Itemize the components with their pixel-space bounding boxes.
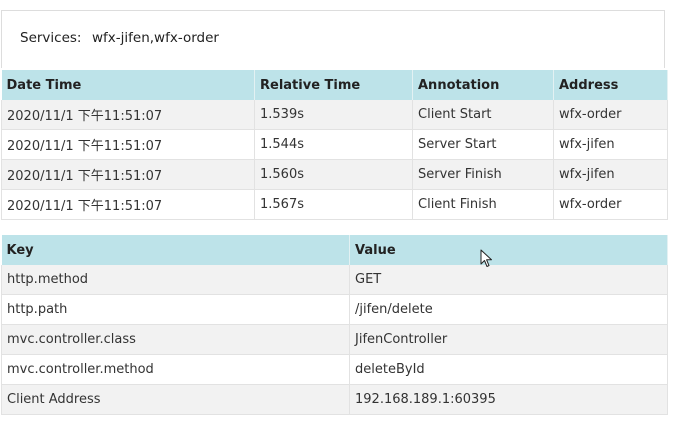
relative-time-cell: 1.544s xyxy=(254,129,413,160)
table-row: mvc.controller.class JifenController xyxy=(1,324,668,355)
services-panel: Services: wfx-jifen,wfx-order xyxy=(1,10,665,68)
tag-value-cell: deleteById xyxy=(349,354,668,385)
table-header-row: Key Value xyxy=(1,235,668,265)
address-cell: wfx-order xyxy=(553,100,668,130)
tag-key-cell: mvc.controller.class xyxy=(1,324,350,355)
annotation-cell: Server Start xyxy=(412,129,554,160)
table-row: 2020/11/1 下午11:51:07 1.544s Server Start… xyxy=(1,129,668,160)
tag-value-cell: JifenController xyxy=(349,324,668,355)
date-time-cell: 2020/11/1 下午11:51:07 xyxy=(1,129,255,160)
date-time-cell: 2020/11/1 下午11:51:07 xyxy=(1,189,255,220)
relative-time-cell: 1.560s xyxy=(254,159,413,190)
date-time-cell: 2020/11/1 下午11:51:07 xyxy=(1,159,255,190)
table-row: 2020/11/1 下午11:51:07 1.567s Client Finis… xyxy=(1,189,668,220)
column-header-relative-time[interactable]: Relative Time xyxy=(254,70,413,100)
table-row: 2020/11/1 下午11:51:07 1.539s Client Start… xyxy=(1,100,668,130)
table-row: 2020/11/1 下午11:51:07 1.560s Server Finis… xyxy=(1,159,668,190)
annotation-cell: Client Start xyxy=(412,100,554,130)
table-header-row: Date Time Relative Time Annotation Addre… xyxy=(1,70,668,100)
table-row: mvc.controller.method deleteById xyxy=(1,354,668,385)
tag-value-cell: GET xyxy=(349,265,668,295)
services-value: wfx-jifen,wfx-order xyxy=(92,30,219,46)
date-time-cell: 2020/11/1 下午11:51:07 xyxy=(1,100,255,130)
tags-table: Key Value http.method GET http.path /jif… xyxy=(1,235,668,415)
annotation-cell: Server Finish xyxy=(412,159,554,190)
tag-key-cell: Client Address xyxy=(1,384,350,415)
table-row: http.method GET xyxy=(1,265,668,295)
column-header-address[interactable]: Address xyxy=(553,70,668,100)
column-header-key[interactable]: Key xyxy=(1,235,350,265)
tag-value-cell: /jifen/delete xyxy=(349,294,668,325)
column-header-annotation[interactable]: Annotation xyxy=(412,70,554,100)
tag-value-cell: 192.168.189.1:60395 xyxy=(349,384,668,415)
annotation-cell: Client Finish xyxy=(412,189,554,220)
address-cell: wfx-order xyxy=(553,189,668,220)
address-cell: wfx-jifen xyxy=(553,129,668,160)
services-label: Services: xyxy=(20,30,82,46)
address-cell: wfx-jifen xyxy=(553,159,668,190)
tag-key-cell: http.method xyxy=(1,265,350,295)
relative-time-cell: 1.539s xyxy=(254,100,413,130)
relative-time-cell: 1.567s xyxy=(254,189,413,220)
tag-key-cell: http.path xyxy=(1,294,350,325)
tag-key-cell: mvc.controller.method xyxy=(1,354,350,385)
table-row: http.path /jifen/delete xyxy=(1,294,668,325)
column-header-date-time[interactable]: Date Time xyxy=(1,70,255,100)
span-annotations-table: Date Time Relative Time Annotation Addre… xyxy=(1,70,668,220)
mouse-pointer-icon xyxy=(480,249,492,267)
table-row: Client Address 192.168.189.1:60395 xyxy=(1,384,668,415)
column-header-value[interactable]: Value xyxy=(349,235,668,265)
